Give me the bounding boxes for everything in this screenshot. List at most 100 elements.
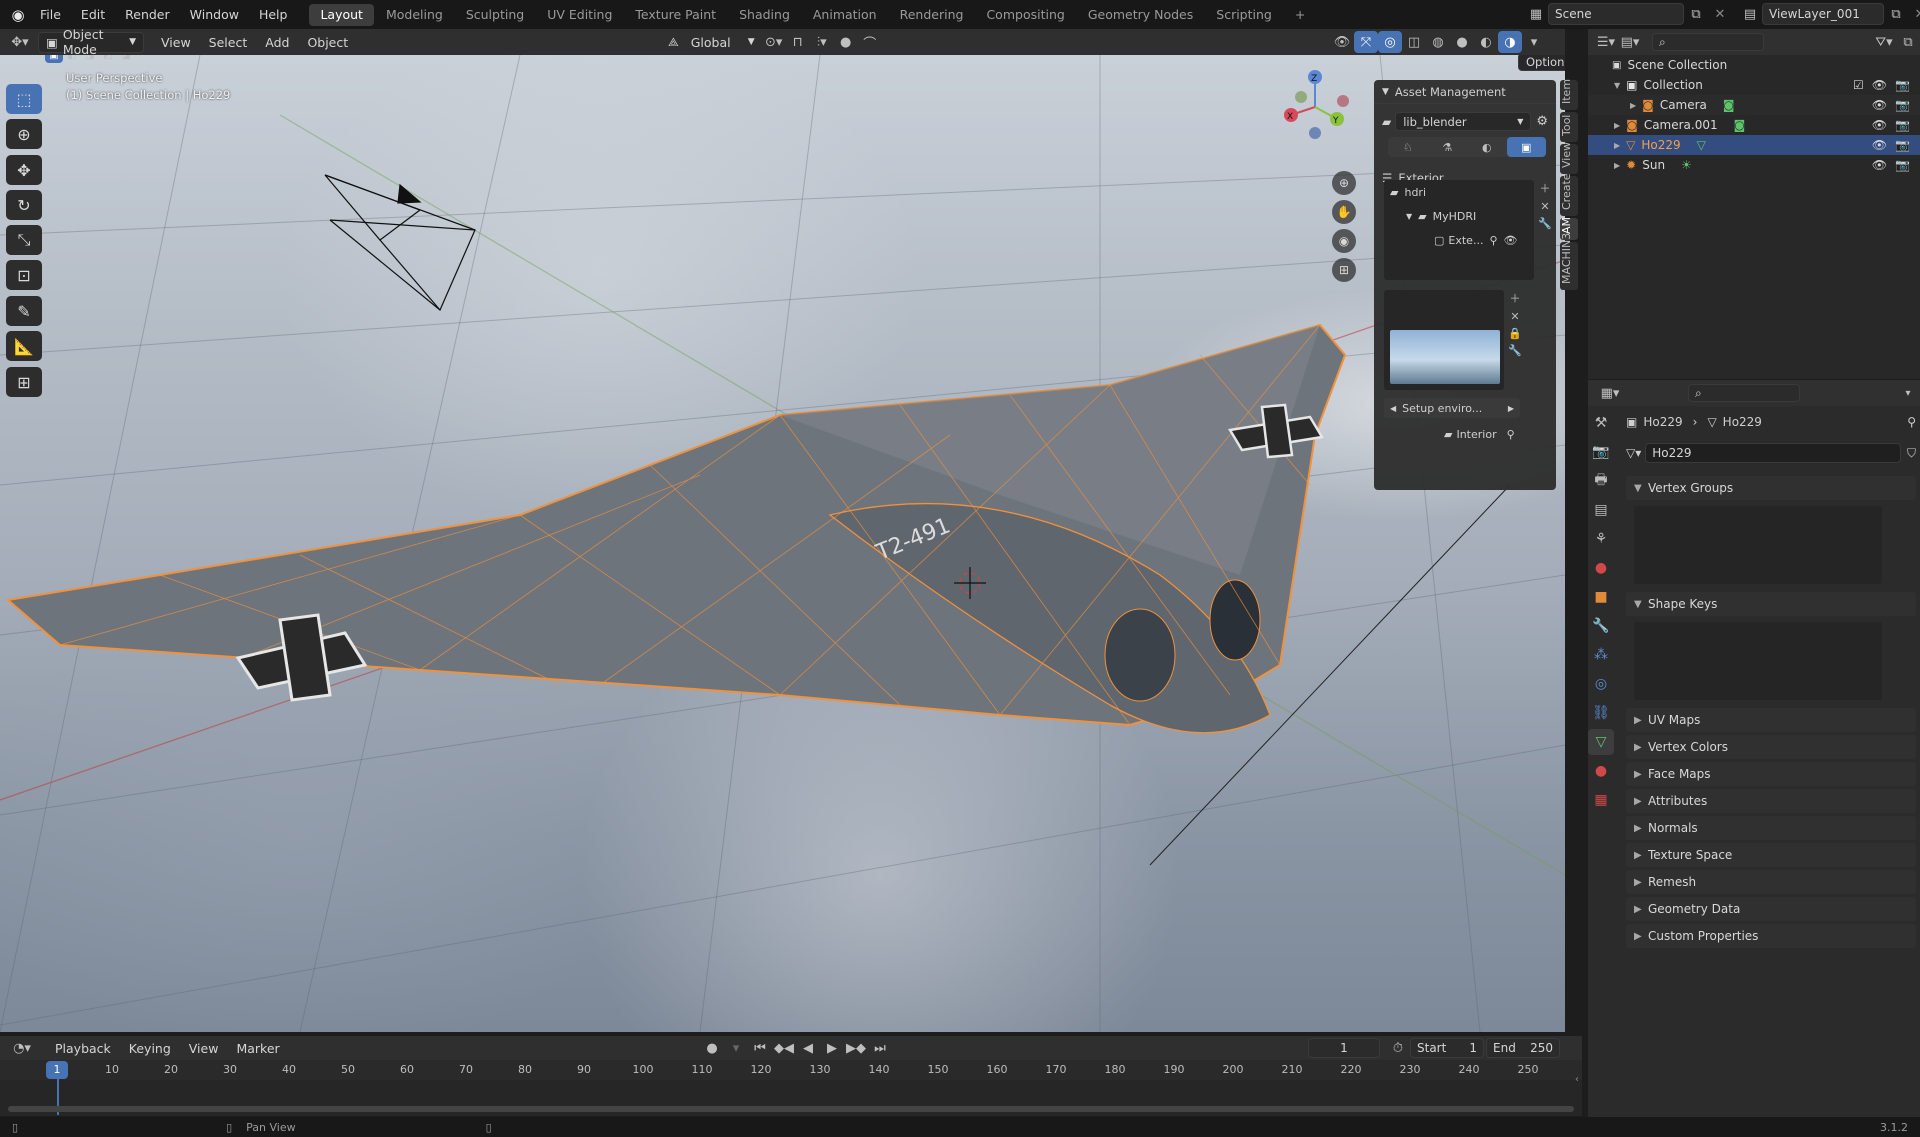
wrench-icon[interactable]: 🔧 xyxy=(1538,217,1552,230)
select-subtract-icon[interactable]: ◨ xyxy=(81,55,99,63)
render-visibility-icon[interactable]: 📷 xyxy=(1895,98,1910,112)
scene-selector[interactable]: Scene xyxy=(1548,3,1684,25)
viewport-menu-object[interactable]: Object xyxy=(298,35,357,50)
outliner-item-camera-001[interactable]: ▶ ◙ Camera.001 ◙ 👁 📷 xyxy=(1588,115,1920,135)
prev-keyframe-icon[interactable]: ◆◀ xyxy=(772,1037,796,1059)
gear-icon[interactable]: ⚙ xyxy=(1536,114,1548,129)
arrow-left-icon[interactable]: ◀ xyxy=(1384,404,1402,413)
eye-icon[interactable]: 👁 xyxy=(1504,234,1518,247)
light-data-icon[interactable]: ☀ xyxy=(1681,158,1692,172)
play-icon[interactable]: ▶ xyxy=(820,1037,844,1059)
record-icon[interactable]: ● xyxy=(700,1037,724,1059)
select-invert-icon[interactable]: ◩ xyxy=(99,55,117,63)
camera-view-icon[interactable]: ◉ xyxy=(1332,229,1356,253)
tab-shading[interactable]: Shading xyxy=(728,4,801,26)
shading-options-icon[interactable]: ▾ xyxy=(1522,31,1546,53)
timeline-menu-keying[interactable]: Keying xyxy=(120,1041,180,1056)
modifier-data-icon[interactable]: ▽ xyxy=(1697,138,1706,152)
tool-settings-icon[interactable]: ⚒ xyxy=(1588,410,1614,436)
world-icon[interactable]: ● xyxy=(1588,555,1614,581)
chevron-down-icon[interactable]: ▼ xyxy=(1614,81,1620,90)
arrow-right-icon[interactable]: ▶ xyxy=(1502,404,1520,413)
new-scene-icon[interactable]: ⧉ xyxy=(1684,3,1708,25)
sidebar-tab-view[interactable]: View xyxy=(1560,142,1578,174)
folder-hdri[interactable]: ▰ hdri xyxy=(1384,180,1534,204)
falloff-icon[interactable]: ⌒ xyxy=(858,31,882,53)
render-visibility-icon[interactable]: 📷 xyxy=(1895,158,1910,172)
constraints-icon[interactable]: ⛓ xyxy=(1588,700,1614,726)
outliner-search-input[interactable]: ⌕ xyxy=(1652,33,1764,51)
viewport-menu-view[interactable]: View xyxy=(152,35,200,50)
new-view-layer-icon[interactable]: ⧉ xyxy=(1884,3,1908,25)
pivot-icon[interactable]: ⊙▾ xyxy=(762,31,786,53)
asset-item-exterior[interactable]: ▢ Exte... ⚲ 👁 xyxy=(1384,228,1534,252)
pin-icon[interactable]: ⚲ xyxy=(1489,234,1497,247)
sidebar-tab-item[interactable]: Item xyxy=(1560,79,1578,110)
particles-icon[interactable]: ⁂ xyxy=(1588,642,1614,668)
add-icon[interactable]: ＋ xyxy=(1508,290,1522,306)
properties-search-input[interactable]: ⌕ xyxy=(1688,384,1800,402)
proportional-edit-icon[interactable]: ● xyxy=(834,31,858,53)
mode-selector[interactable]: ▣ Object Mode ▼ xyxy=(38,27,144,57)
modifier-icon[interactable]: 🔧 xyxy=(1588,613,1614,639)
blender-logo-icon[interactable]: ◉ xyxy=(6,4,30,26)
viewport-menu-select[interactable]: Select xyxy=(200,35,257,50)
timeline-menu-playback[interactable]: Playback xyxy=(46,1041,120,1056)
measure-icon[interactable]: 📐 xyxy=(6,331,42,361)
transform-icon[interactable]: ⊡ xyxy=(6,260,42,290)
panel-normals[interactable]: ▶ Normals xyxy=(1626,816,1916,840)
eye-icon[interactable]: 👁 xyxy=(1872,98,1887,112)
tab-geometry-nodes[interactable]: Geometry Nodes xyxy=(1077,4,1204,26)
ortho-grid-icon[interactable]: ⊞ xyxy=(1332,258,1356,282)
end-frame-field[interactable]: End 250 xyxy=(1486,1038,1560,1058)
timeline-ruler[interactable]: 10 20 30 40 50 60 70 80 90 100 110 120 130 140 150 160 1… xyxy=(0,1060,1582,1080)
visibility-icon[interactable]: 👁 xyxy=(1330,31,1354,53)
add-workspace-button[interactable]: + xyxy=(1284,4,1316,26)
panel-uv-maps[interactable]: ▶ UV Maps xyxy=(1626,708,1916,732)
current-frame-field[interactable]: 1 xyxy=(1308,1038,1380,1058)
view-layer-selector[interactable]: ViewLayer_001 xyxy=(1762,3,1884,25)
object-tab-icon[interactable]: ■ xyxy=(1588,584,1614,610)
camera-object[interactable] xyxy=(324,174,476,311)
editor-type-icon[interactable]: ✥▾ xyxy=(8,31,32,53)
timeline-menu-view[interactable]: View xyxy=(180,1041,228,1056)
menu-window[interactable]: Window xyxy=(180,0,249,29)
panel-texture-space[interactable]: ▶ Texture Space xyxy=(1626,843,1916,867)
solid-shading-icon[interactable]: ● xyxy=(1450,31,1474,53)
material-shading-icon[interactable]: ◐ xyxy=(1474,31,1498,53)
scale-icon[interactable]: ⤡ xyxy=(6,225,42,255)
start-frame-field[interactable]: Start 1 xyxy=(1410,1038,1484,1058)
eye-icon[interactable]: 👁 xyxy=(1872,78,1887,92)
xray-icon[interactable]: ◫ xyxy=(1402,31,1426,53)
viewport-menu-add[interactable]: Add xyxy=(256,35,298,50)
render-visibility-icon[interactable]: 📷 xyxy=(1895,118,1910,132)
remove-icon[interactable]: ✕ xyxy=(1508,310,1522,323)
pin-icon[interactable]: ⚲ xyxy=(1507,428,1515,441)
tab-texture-paint[interactable]: Texture Paint xyxy=(624,4,727,26)
hdri-assets-icon[interactable]: ▣ xyxy=(1506,137,1546,157)
chevron-right-icon[interactable]: ▶ xyxy=(1614,161,1620,170)
material-icon[interactable]: ● xyxy=(1588,758,1614,784)
list-box[interactable] xyxy=(1634,622,1882,700)
next-keyframe-icon[interactable]: ▶◆ xyxy=(844,1037,868,1059)
texture-icon[interactable]: ▦ xyxy=(1588,787,1614,813)
mesh-data-tab-icon[interactable]: ▽ xyxy=(1588,729,1614,755)
zoom-icon[interactable]: ⊕ xyxy=(1332,171,1356,195)
object-assets-icon[interactable]: ♘ xyxy=(1388,137,1428,157)
folder-myhdri[interactable]: ▼ ▰ MyHDRI xyxy=(1384,204,1534,228)
rotate-icon[interactable]: ↻ xyxy=(6,190,42,220)
timeline-scrollbar[interactable] xyxy=(8,1106,1574,1112)
annotate-icon[interactable]: ✎ xyxy=(6,296,42,326)
menu-help[interactable]: Help xyxy=(249,0,298,29)
menu-edit[interactable]: Edit xyxy=(71,0,115,29)
sidebar-tab-machin3[interactable]: MACHIN3 xyxy=(1560,233,1578,290)
render-visibility-icon[interactable]: 📷 xyxy=(1895,138,1910,152)
remove-icon[interactable]: ✕ xyxy=(1538,200,1552,213)
panel-vertex-colors[interactable]: ▶ Vertex Colors xyxy=(1626,735,1916,759)
panel-header[interactable]: ▼ Vertex Groups xyxy=(1626,476,1916,500)
interior-category[interactable]: ▰ Interior ⚲ xyxy=(1444,428,1515,441)
gizmo-icon[interactable]: ⤧ xyxy=(1354,31,1378,53)
select-intersect-icon[interactable]: ◪ xyxy=(117,55,135,63)
outliner-scene-collection[interactable]: ▣ Scene Collection xyxy=(1588,55,1920,75)
filter-icon[interactable]: ⛛▾ xyxy=(1872,31,1896,53)
